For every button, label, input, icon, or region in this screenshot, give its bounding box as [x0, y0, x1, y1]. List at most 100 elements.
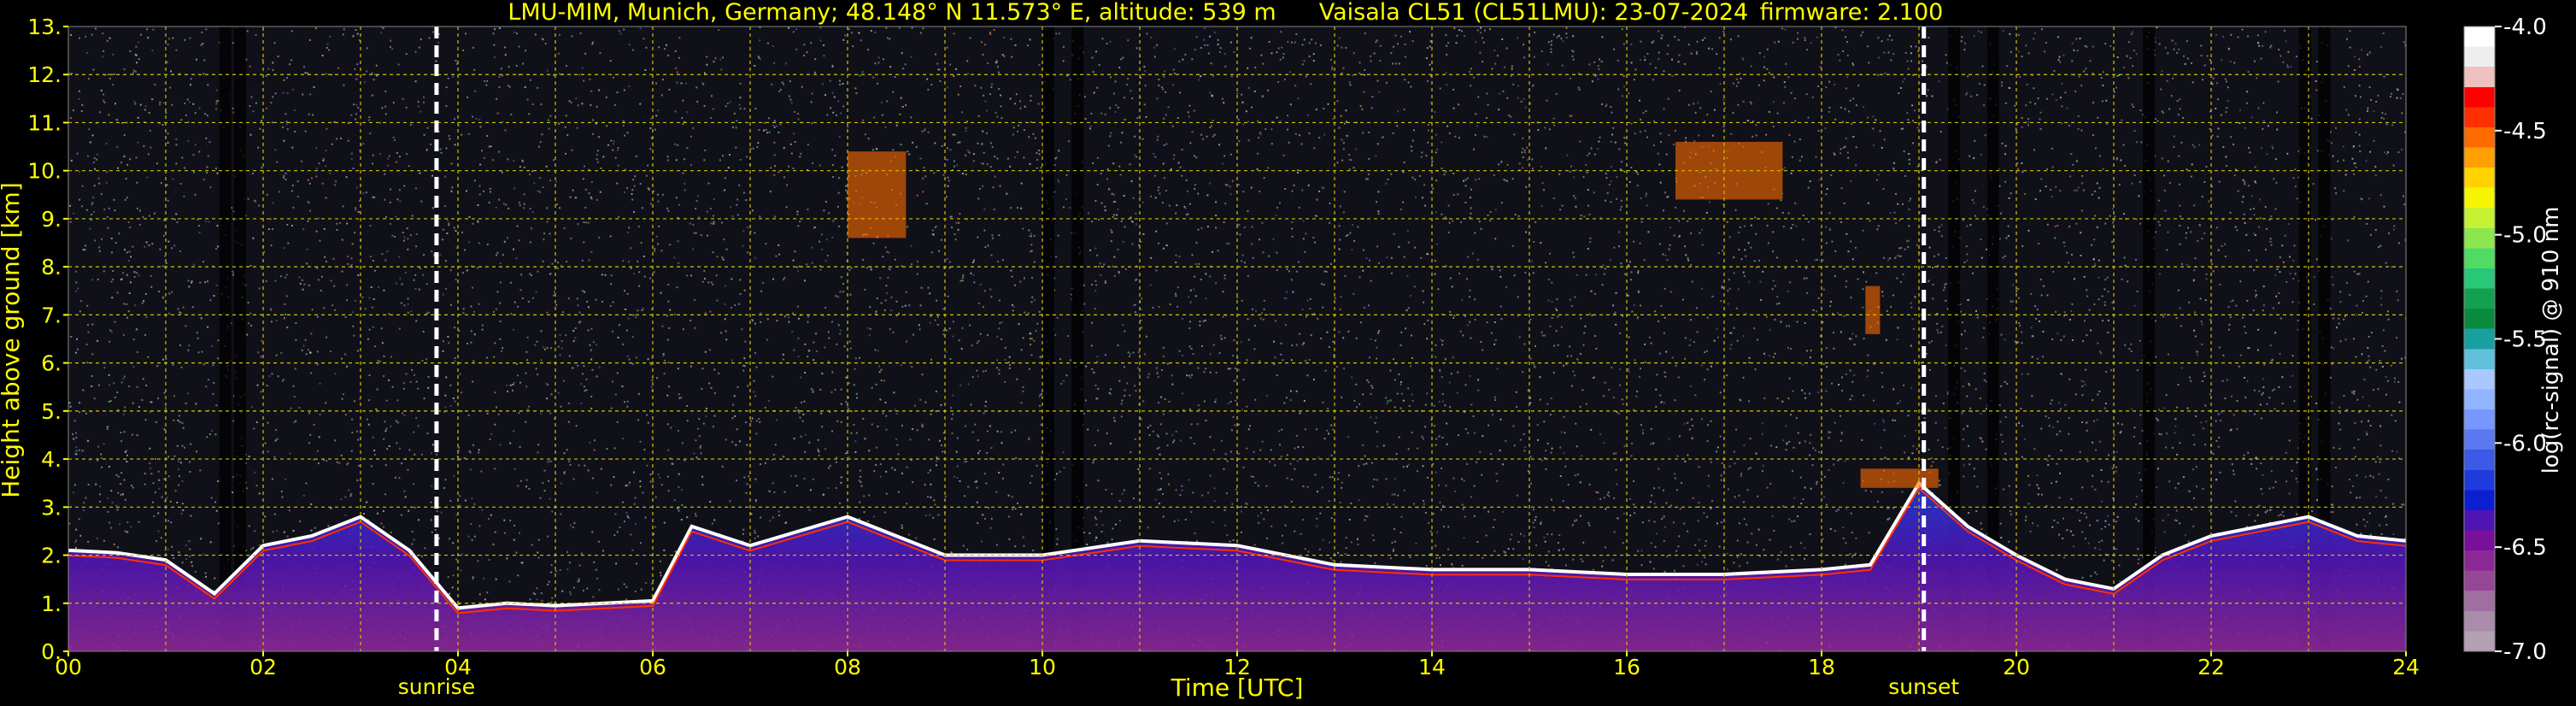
- noise-speck: [1224, 65, 1227, 68]
- noise-speck: [1435, 133, 1437, 136]
- noise-speck: [1104, 282, 1106, 284]
- noise-speck: [445, 86, 448, 89]
- noise-speck: [107, 510, 109, 513]
- noise-speck: [1112, 193, 1115, 196]
- noise-speck: [1410, 365, 1412, 368]
- noise-speck: [983, 151, 985, 154]
- noise-speck: [1092, 462, 1094, 464]
- noise-speck: [1158, 85, 1160, 87]
- noise-speck: [2138, 558, 2140, 561]
- noise-speck: [1698, 466, 1700, 468]
- noise-speck: [123, 431, 126, 433]
- noise-speck: [503, 240, 506, 243]
- noise-speck: [1684, 245, 1686, 248]
- noise-speck: [2254, 60, 2256, 62]
- noise-speck: [998, 88, 1000, 90]
- noise-speck: [548, 479, 549, 482]
- noise-speck: [2391, 266, 2393, 268]
- noise-speck: [373, 269, 376, 272]
- noise-speck: [1118, 270, 1120, 273]
- noise-speck: [936, 456, 938, 459]
- noise-speck: [794, 110, 796, 113]
- noise-speck: [2158, 43, 2161, 45]
- noise-speck: [1793, 446, 1795, 449]
- noise-speck: [2338, 422, 2340, 425]
- noise-speck: [1867, 369, 1869, 372]
- noise-speck: [1776, 256, 1779, 259]
- noise-speck: [2113, 91, 2115, 93]
- noise-speck: [2373, 139, 2375, 142]
- noise-speck: [540, 330, 543, 332]
- noise-speck: [1605, 199, 1606, 202]
- noise-speck: [1118, 67, 1121, 69]
- noise-speck: [1058, 181, 1060, 184]
- noise-speck: [2370, 98, 2373, 101]
- noise-speck: [1009, 165, 1012, 168]
- noise-speck: [1534, 345, 1536, 347]
- noise-speck: [91, 202, 94, 204]
- noise-speck: [1427, 129, 1429, 132]
- noise-speck: [2155, 231, 2157, 233]
- noise-speck: [584, 206, 587, 209]
- noise-speck: [570, 593, 572, 596]
- noise-speck: [628, 227, 631, 229]
- noise-speck: [1663, 108, 1665, 110]
- noise-speck: [1000, 321, 1003, 323]
- noise-speck: [1149, 284, 1152, 286]
- noise-speck: [2074, 189, 2076, 191]
- noise-speck: [634, 175, 637, 178]
- noise-speck: [2104, 43, 2107, 45]
- noise-speck: [1283, 402, 1286, 404]
- noise-speck: [472, 360, 475, 362]
- noise-speck: [2068, 319, 2071, 321]
- noise-speck: [1278, 202, 1281, 204]
- noise-speck: [1705, 350, 1708, 352]
- noise-speck: [1155, 367, 1158, 369]
- noise-speck: [592, 119, 595, 121]
- noise-speck: [1729, 348, 1732, 350]
- noise-speck: [1210, 62, 1212, 65]
- noise-speck: [2268, 487, 2271, 490]
- noise-speck: [1718, 67, 1721, 69]
- noise-speck: [961, 111, 964, 114]
- noise-speck: [2271, 145, 2274, 148]
- noise-speck: [1678, 535, 1681, 538]
- noise-speck: [2281, 244, 2284, 247]
- noise-speck: [883, 58, 884, 61]
- noise-speck: [596, 105, 598, 108]
- noise-speck: [2367, 346, 2369, 349]
- noise-speck: [1499, 275, 1502, 278]
- noise-speck: [1569, 298, 1571, 301]
- noise-speck: [807, 321, 809, 323]
- noise-speck: [204, 281, 207, 284]
- noise-speck: [681, 442, 684, 444]
- noise-speck: [249, 312, 252, 315]
- noise-speck: [933, 172, 936, 174]
- noise-speck: [645, 581, 648, 584]
- noise-speck: [1621, 28, 1623, 31]
- noise-speck: [366, 47, 368, 50]
- noise-speck: [2039, 127, 2042, 130]
- noise-speck: [2051, 526, 2054, 528]
- noise-speck: [2352, 485, 2355, 487]
- noise-speck: [1194, 275, 1196, 278]
- noise-speck: [2051, 93, 2054, 96]
- noise-speck: [1296, 270, 1298, 273]
- noise-speck: [206, 280, 208, 283]
- noise-speck: [128, 385, 131, 387]
- noise-speck: [1179, 91, 1182, 94]
- noise-speck: [899, 113, 901, 115]
- noise-speck: [1062, 451, 1065, 454]
- noise-speck: [2068, 417, 2070, 419]
- noise-speck: [1350, 159, 1353, 162]
- noise-speck: [2083, 189, 2085, 191]
- noise-speck: [440, 511, 443, 514]
- noise-speck: [990, 254, 993, 256]
- noise-speck: [963, 495, 965, 497]
- noise-speck: [531, 544, 533, 546]
- noise-speck: [1581, 560, 1584, 562]
- noise-speck: [164, 255, 167, 257]
- noise-speck: [989, 288, 992, 291]
- noise-speck: [274, 429, 277, 431]
- noise-speck: [1011, 56, 1013, 58]
